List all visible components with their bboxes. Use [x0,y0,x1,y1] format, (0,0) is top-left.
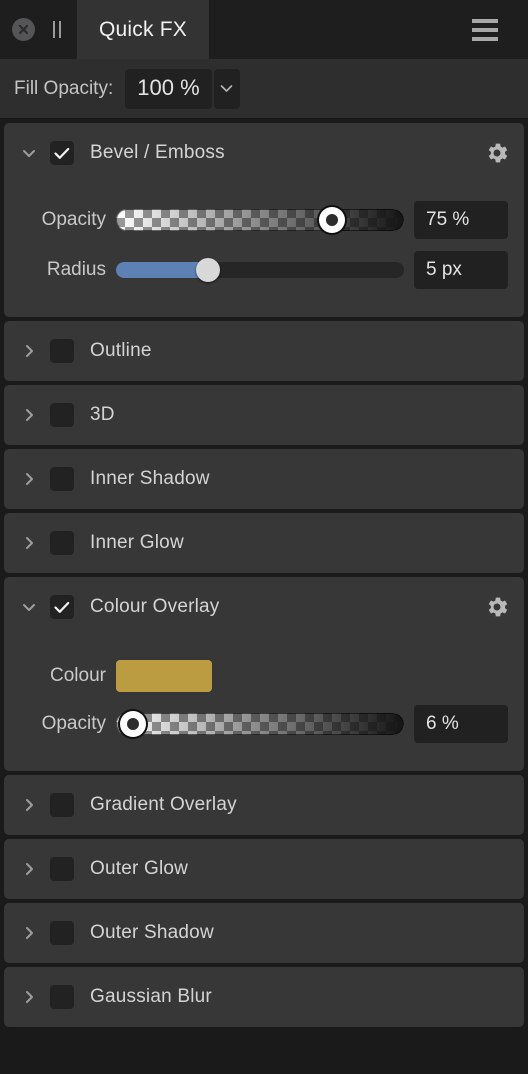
pause-bars-icon[interactable] [51,21,63,38]
effect-card-gradient-overlay: Gradient Overlay [4,775,524,835]
chevron-right-icon[interactable] [20,406,38,424]
effect-card-3d: 3D [4,385,524,445]
effect-card-inner-shadow: Inner Shadow [4,449,524,509]
param-value-input[interactable]: 6 % [414,705,508,743]
effect-header[interactable]: Outer Glow [4,839,524,899]
fill-opacity-control: 100 % [125,68,240,109]
titlebar-left-controls [0,0,63,59]
slider-track-border [116,209,404,231]
effect-header[interactable]: Bevel / Emboss [4,123,524,183]
fill-opacity-dropdown-button[interactable] [213,68,240,109]
tab-label: Quick FX [99,17,187,41]
param-value-input[interactable]: 75 % [414,201,508,239]
chevron-down-icon[interactable] [20,144,38,162]
effect-title: Outer Shadow [90,922,214,943]
chevron-right-icon[interactable] [20,924,38,942]
effect-enable-checkbox[interactable] [50,857,74,881]
pause-bar-right [59,21,61,38]
chevron-right-icon[interactable] [20,988,38,1006]
effect-enable-checkbox[interactable] [50,339,74,363]
slider-fill [116,262,209,278]
effect-title: 3D [90,404,115,425]
fill-opacity-bar: Fill Opacity: 100 % [0,59,528,119]
param-label: Colour [50,665,106,686]
quick-fx-panel: Quick FX Fill Opacity: 100 % Bevel / Emb… [0,0,528,1074]
effect-card-bevel-emboss: Bevel / Emboss Opacity 75 % Radius 5 px [4,123,524,317]
effect-title: Inner Glow [90,532,184,553]
effect-title: Bevel / Emboss [90,142,225,163]
slider-handle[interactable] [120,711,147,737]
param-spacer [4,183,524,199]
chevron-right-icon[interactable] [20,342,38,360]
slider-handle[interactable] [319,207,345,233]
effect-header[interactable]: Gaussian Blur [4,967,524,1027]
tab-quick-fx[interactable]: Quick FX [77,0,209,59]
fill-opacity-input[interactable]: 100 % [125,68,212,109]
effect-title: Inner Shadow [90,468,210,489]
param-label: Radius [46,259,106,280]
close-icon[interactable] [12,18,35,41]
chevron-right-icon[interactable] [20,534,38,552]
effect-title: Outer Glow [90,858,189,879]
param-label: Opacity [41,713,106,734]
param-row: Opacity 75 % [4,199,524,241]
slider-track-border [116,713,404,735]
hamburger-bar-2 [472,27,498,32]
opacity-slider[interactable] [116,711,404,737]
effects-list: Bevel / Emboss Opacity 75 % Radius 5 px Outli… [0,119,528,1074]
fill-opacity-label: Fill Opacity: [14,77,114,99]
effect-header[interactable]: Inner Glow [4,513,524,573]
param-row: Opacity 6 % [4,703,524,745]
effect-enable-checkbox[interactable] [50,595,74,619]
effect-card-colour-overlay: Colour Overlay Colour Opacity 6 % [4,577,524,771]
effect-header[interactable]: Gradient Overlay [4,775,524,835]
param-spacer [4,637,524,653]
hamburger-bar-1 [472,18,498,23]
effect-card-outer-shadow: Outer Shadow [4,903,524,963]
effect-header[interactable]: 3D [4,385,524,445]
slider-handle[interactable] [196,258,221,282]
effect-card-outer-glow: Outer Glow [4,839,524,899]
effect-title: Outline [90,340,152,361]
param-row: Radius 5 px [4,249,524,291]
effect-enable-checkbox[interactable] [50,531,74,555]
param-value-input[interactable]: 5 px [414,251,508,289]
effect-enable-checkbox[interactable] [50,467,74,491]
chevron-right-icon[interactable] [20,470,38,488]
effect-header[interactable]: Outer Shadow [4,903,524,963]
effect-enable-checkbox[interactable] [50,403,74,427]
effect-header[interactable]: Colour Overlay [4,577,524,637]
colour-swatch[interactable] [116,660,212,692]
effect-title: Gradient Overlay [90,794,237,815]
gear-icon[interactable] [484,140,510,166]
chevron-right-icon[interactable] [20,796,38,814]
hamburger-menu-icon[interactable] [472,18,516,41]
effect-header[interactable]: Outline [4,321,524,381]
hamburger-bar-3 [472,36,498,41]
pause-bar-left [53,21,55,38]
chevron-right-icon[interactable] [20,860,38,878]
effect-enable-checkbox[interactable] [50,985,74,1009]
effect-enable-checkbox[interactable] [50,141,74,165]
titlebar-spacer [209,0,472,59]
effect-card-inner-glow: Inner Glow [4,513,524,573]
gear-icon[interactable] [484,594,510,620]
effect-title: Colour Overlay [90,596,220,617]
effect-enable-checkbox[interactable] [50,793,74,817]
radius-slider[interactable] [116,258,404,282]
effect-header[interactable]: Inner Shadow [4,449,524,509]
effect-title: Gaussian Blur [90,986,212,1007]
effect-card-gaussian-blur: Gaussian Blur [4,967,524,1027]
effect-enable-checkbox[interactable] [50,921,74,945]
opacity-slider[interactable] [116,207,404,233]
effect-card-outline: Outline [4,321,524,381]
param-label: Opacity [41,209,106,230]
chevron-down-icon[interactable] [20,598,38,616]
chevron-down-icon [220,85,233,92]
param-row: Colour [4,653,524,699]
titlebar: Quick FX [0,0,528,59]
